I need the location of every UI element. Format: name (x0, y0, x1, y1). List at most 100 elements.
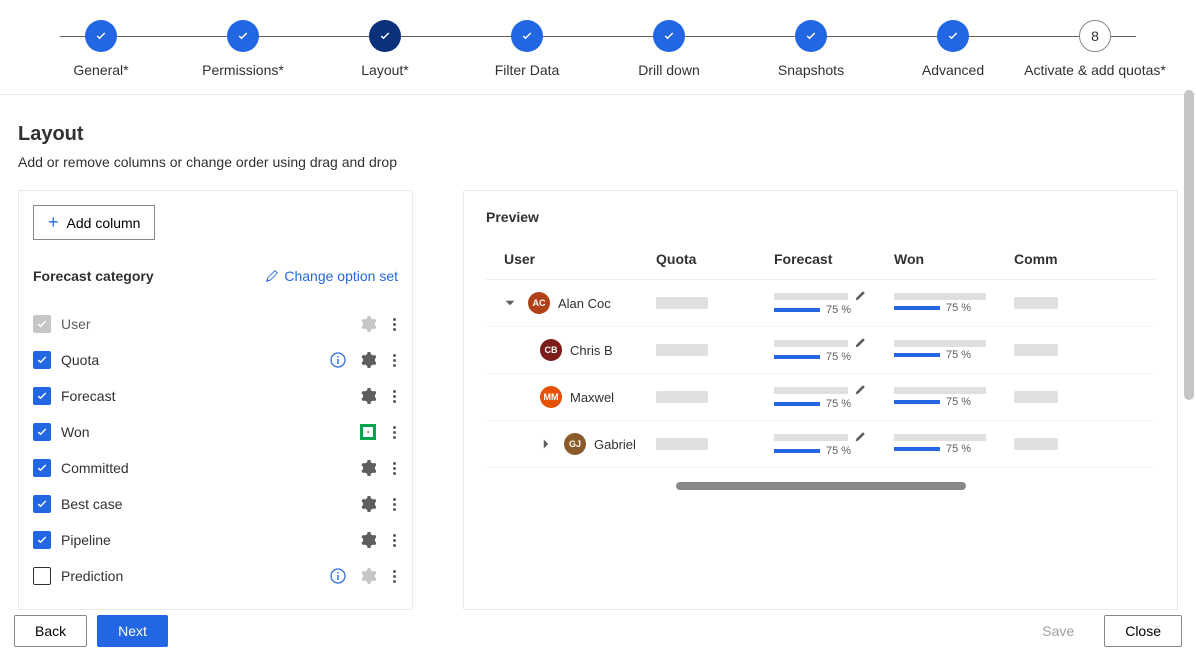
chevron-down-icon[interactable] (504, 297, 520, 309)
progress-percent: 75 % (946, 349, 975, 361)
user-name: Alan Coc (558, 296, 611, 311)
step-1[interactable]: Permissions* (172, 20, 314, 78)
wizard-footer: Back Next Save Close (14, 615, 1182, 647)
add-column-button[interactable]: + Add column (33, 205, 155, 240)
gear-icon[interactable] (360, 532, 376, 548)
forecast-cell: 75 % (774, 290, 894, 316)
check-icon (653, 20, 685, 52)
more-icon[interactable] (390, 570, 398, 583)
placeholder-bar (1014, 297, 1058, 309)
chevron-right-icon[interactable] (540, 438, 556, 450)
preview-title: Preview (486, 209, 1155, 225)
progress-percent: 75 % (826, 398, 855, 410)
checkbox[interactable] (33, 423, 51, 441)
quota-cell (656, 344, 774, 356)
forecast-cell: 75 % (774, 337, 894, 363)
progress-bar-bg (774, 293, 848, 300)
checkbox[interactable] (33, 459, 51, 477)
progress-bar-bg (774, 340, 848, 347)
more-icon[interactable] (390, 534, 398, 547)
check-icon (85, 20, 117, 52)
step-5[interactable]: Snapshots (740, 20, 882, 78)
column-label: Won (61, 424, 350, 440)
change-option-set-link[interactable]: Change option set (266, 268, 398, 284)
back-button[interactable]: Back (14, 615, 87, 647)
pencil-icon[interactable] (854, 290, 866, 302)
more-icon[interactable] (390, 354, 398, 367)
progress-bar-fill (774, 402, 820, 406)
gear-icon[interactable] (360, 316, 376, 332)
gear-icon[interactable] (360, 388, 376, 404)
step-6[interactable]: Advanced (882, 20, 1024, 78)
step-7[interactable]: 8Activate & add quotas* (1024, 20, 1166, 78)
step-label: Advanced (922, 62, 984, 78)
check-icon (795, 20, 827, 52)
placeholder-bar (656, 297, 708, 309)
checkbox[interactable] (33, 351, 51, 369)
save-button[interactable]: Save (1022, 616, 1094, 646)
progress-bar-bg (894, 387, 986, 394)
gear-icon[interactable] (360, 496, 376, 512)
more-icon[interactable] (390, 462, 398, 475)
gear-icon[interactable] (360, 424, 376, 440)
step-4[interactable]: Drill down (598, 20, 740, 78)
progress: 75 % (894, 293, 986, 314)
checkbox[interactable] (33, 531, 51, 549)
add-column-label: Add column (67, 215, 141, 231)
header-user: User (486, 251, 656, 267)
row-actions (330, 568, 398, 584)
info-icon[interactable] (330, 352, 346, 368)
won-cell: 75 % (894, 434, 1014, 455)
pencil-icon[interactable] (854, 431, 866, 443)
column-row-user: User (33, 306, 398, 342)
checkbox[interactable] (33, 387, 51, 405)
info-icon[interactable] (330, 568, 346, 584)
column-label: Quota (61, 352, 320, 368)
gear-icon[interactable] (360, 352, 376, 368)
avatar: GJ (564, 433, 586, 455)
checkbox[interactable] (33, 495, 51, 513)
step-0[interactable]: General* (30, 20, 172, 78)
row-actions (360, 316, 398, 332)
column-row-quota: Quota (33, 342, 398, 378)
quota-cell (656, 438, 774, 450)
more-icon[interactable] (390, 426, 398, 439)
row-actions (360, 460, 398, 476)
horizontal-scrollbar[interactable] (676, 482, 966, 490)
forecast-category-title: Forecast category (33, 268, 154, 284)
step-2[interactable]: Layout* (314, 20, 456, 78)
progress-bar-fill (894, 306, 940, 310)
progress-percent: 75 % (946, 396, 975, 408)
more-icon[interactable] (390, 318, 398, 331)
forecast-cell: 75 % (774, 384, 894, 410)
progress-bar-bg (894, 340, 986, 347)
gear-icon[interactable] (360, 460, 376, 476)
more-icon[interactable] (390, 498, 398, 511)
checkbox[interactable] (33, 567, 51, 585)
close-button[interactable]: Close (1104, 615, 1182, 647)
won-cell: 75 % (894, 293, 1014, 314)
commit-cell (1014, 438, 1074, 450)
column-label: Pipeline (61, 532, 350, 548)
pencil-icon[interactable] (854, 384, 866, 396)
user-name: Maxwel (570, 390, 614, 405)
progress: 75 % (894, 434, 986, 455)
more-icon[interactable] (390, 390, 398, 403)
placeholder-bar (656, 438, 708, 450)
next-button[interactable]: Next (97, 615, 168, 647)
step-3[interactable]: Filter Data (456, 20, 598, 78)
user-cell: MMMaxwel (486, 386, 656, 408)
progress-bar-fill (774, 308, 820, 312)
content-area: Layout Add or remove columns or change o… (0, 95, 1196, 610)
header-forecast: Forecast (774, 251, 894, 267)
page-title: Layout (18, 123, 1178, 146)
avatar: AC (528, 292, 550, 314)
pencil-icon (266, 270, 278, 282)
pencil-icon[interactable] (854, 337, 866, 349)
preview-row: GJGabriel75 %75 % (486, 421, 1155, 468)
columns-panel: + Add column Forecast category Change op… (18, 190, 413, 610)
vertical-scrollbar[interactable] (1184, 90, 1194, 400)
gear-icon[interactable] (360, 568, 376, 584)
column-row-committed: Committed (33, 450, 398, 486)
step-label: Drill down (638, 62, 699, 78)
